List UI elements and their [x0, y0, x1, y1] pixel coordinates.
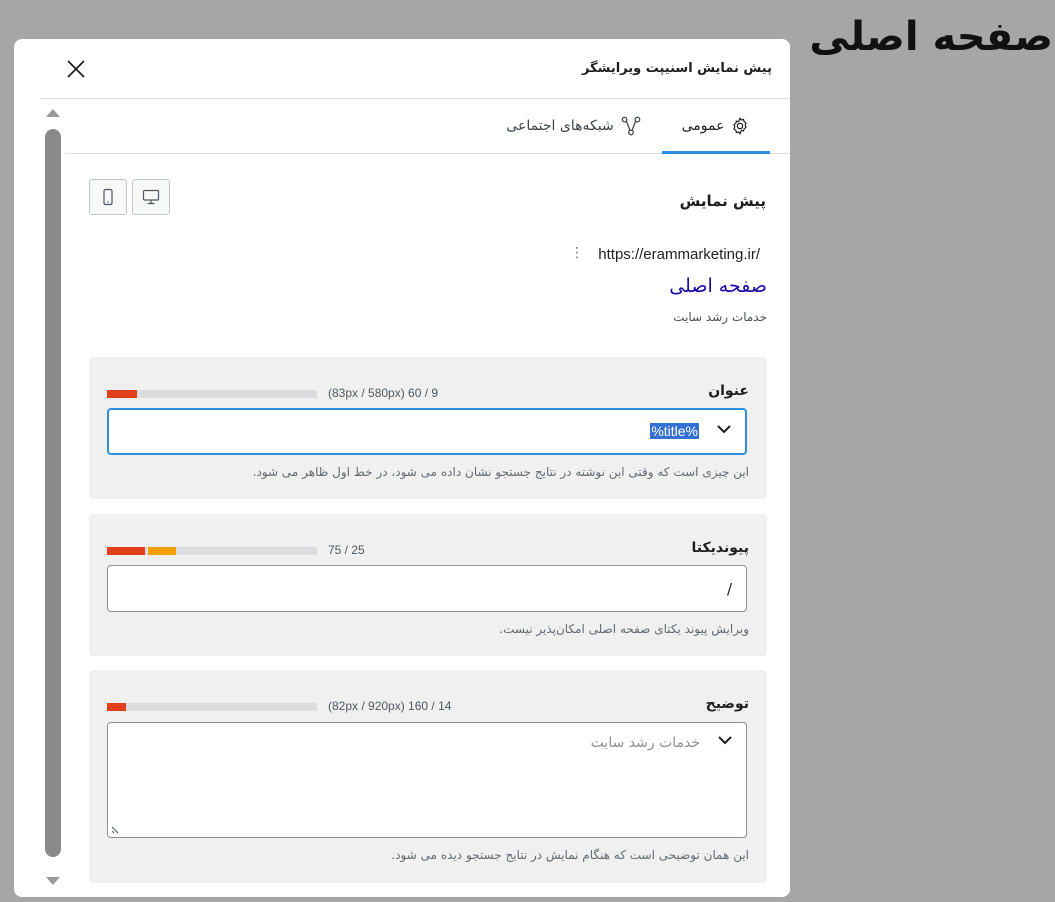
slug-progress-fill-a [107, 547, 145, 555]
slug-field-label: پیوندیکتا [691, 540, 749, 556]
description-progress-bar [107, 703, 317, 711]
preview-label: پیش نمایش [679, 192, 766, 210]
serp-title[interactable]: صفحه اصلی [669, 275, 767, 297]
description-help-text: این همان توضیحی است که هنگام نمایش در نت… [391, 848, 749, 862]
share-icon [621, 116, 641, 136]
inner-scroll-thumb[interactable] [45, 129, 61, 857]
description-field-label: توضیح [705, 696, 749, 712]
title-progress-bar [107, 390, 317, 398]
desktop-icon [142, 189, 160, 205]
close-icon [67, 60, 85, 78]
inner-scroll-down-arrow[interactable] [46, 877, 60, 885]
more-options-icon[interactable]: ⋮ [570, 245, 584, 261]
slug-help-text: ویرایش پیوند یکتای صفحه اصلی امکان‌پذیر … [499, 622, 749, 636]
description-progress-fill [107, 703, 126, 711]
tab-general[interactable]: عمومی [662, 99, 770, 154]
chevron-down-icon[interactable] [715, 420, 733, 438]
mobile-icon [103, 188, 113, 206]
gear-icon [733, 117, 748, 135]
title-progress-fill [107, 390, 137, 398]
title-field-panel: عنوان (83px / 580px) 60 / 9 %title% این … [89, 357, 767, 499]
resize-handle-icon[interactable] [110, 823, 122, 835]
slug-value: / [726, 580, 732, 598]
serp-url: https://erammarketing.ir/ [598, 246, 760, 263]
slug-progress-bar [107, 547, 317, 555]
title-variable-token[interactable]: %title% [650, 423, 699, 439]
snippet-editor-modal: پیش نمایش اسنیپت ویرایشگر عمومی [14, 39, 790, 897]
slug-progress-fill-b [148, 547, 176, 555]
page-heading: صفحه اصلی [809, 14, 1053, 60]
serp-description: خدمات رشد سایت [673, 310, 767, 324]
description-length-meta: (82px / 920px) 160 / 14 [328, 699, 452, 713]
tab-general-label: عمومی [681, 118, 725, 134]
close-button[interactable] [64, 57, 88, 81]
description-field-panel: توضیح (82px / 920px) 160 / 14 خدمات رشد … [89, 670, 767, 883]
title-length-meta: (83px / 580px) 60 / 9 [328, 386, 439, 400]
tab-bar: عمومی شبکه‌های اجتماعی [66, 99, 790, 154]
modal-title: پیش نمایش اسنیپت ویرایشگر [581, 61, 772, 76]
modal-header: پیش نمایش اسنیپت ویرایشگر [40, 39, 790, 99]
title-field-label: عنوان [708, 383, 749, 399]
slug-input[interactable]: / [107, 565, 747, 612]
slug-length-meta: 75 / 25 [328, 543, 365, 557]
slug-field-panel: پیوندیکتا 75 / 25 / ویرایش پیوند یکتای ص… [89, 514, 767, 656]
mobile-preview-button[interactable] [89, 179, 127, 215]
chevron-down-icon[interactable] [716, 731, 734, 749]
inner-scrollbar[interactable] [40, 99, 66, 897]
title-input[interactable]: %title% [107, 408, 747, 455]
inner-scroll-up-arrow[interactable] [46, 109, 60, 117]
tab-social[interactable]: شبکه‌های اجتماعی [504, 99, 644, 153]
desktop-preview-button[interactable] [132, 179, 170, 215]
tab-social-label: شبکه‌های اجتماعی [506, 118, 614, 134]
title-help-text: این چیزی است که وقتی این نوشته در نتایج … [252, 465, 749, 479]
description-textarea[interactable]: خدمات رشد سایت [107, 722, 747, 838]
description-placeholder: خدمات رشد سایت [590, 735, 700, 751]
